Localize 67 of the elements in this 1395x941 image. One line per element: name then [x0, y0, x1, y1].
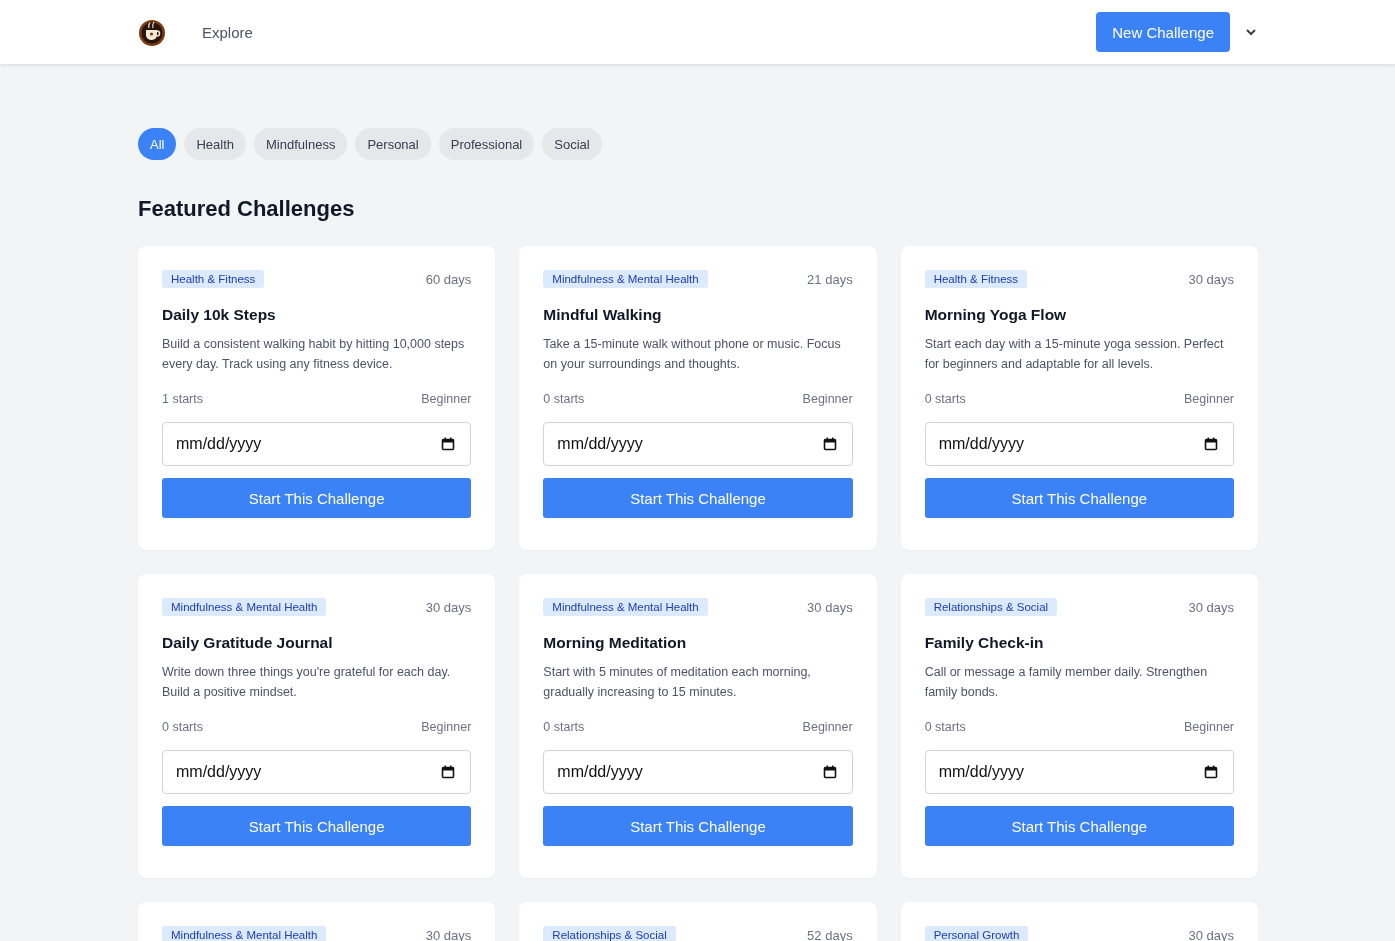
coffee-cup-logo[interactable]: [138, 17, 166, 47]
category-tag: Health & Fitness: [924, 270, 1028, 288]
category-tag: Mindfulness & Mental Health: [162, 598, 327, 616]
date-field[interactable]: mm/dd/yyyy: [924, 750, 1234, 794]
duration-text: 30 days: [1188, 271, 1234, 287]
duration-text: 21 days: [807, 271, 853, 287]
filter-chip[interactable]: Mindfulness: [254, 128, 348, 160]
date-field[interactable]: mm/dd/yyyy: [543, 750, 853, 794]
difficulty-level: Beginner: [802, 720, 853, 734]
filter-chip[interactable]: Health: [184, 128, 247, 160]
challenge-description: Start each day with a 15-minute yoga session. Perfect for beginners and adaptable for all levels.: [924, 336, 1225, 373]
challenge-title: Family Check-in: [924, 634, 1045, 652]
start-challenge-button[interactable]: Start This Challenge: [543, 478, 853, 518]
date-field[interactable]: mm/dd/yyyy: [162, 422, 472, 466]
filter-chip[interactable]: Professional: [438, 128, 535, 160]
category-tag: Relationships & Social: [543, 926, 676, 941]
duration-text: 30 days: [807, 599, 853, 615]
start-challenge-button[interactable]: Start This Challenge: [924, 806, 1234, 846]
challenge-description: Take a 15-minute walk without phone or music. Focus on your surroundings and thoughts.: [543, 336, 842, 373]
challenge-title: Morning Meditation: [543, 634, 688, 652]
section-heading: Featured Challenges: [138, 196, 356, 222]
challenge-title: Morning Yoga Flow: [924, 306, 1068, 324]
difficulty-level: Beginner: [421, 392, 472, 406]
filter-chip[interactable]: All: [138, 128, 177, 160]
calendar-icon[interactable]: [1204, 765, 1218, 779]
challenge-description: Build a consistent walking habit by hitting 10,000 steps every day. Track using any fitness device.: [162, 336, 466, 373]
difficulty-level: Beginner: [1183, 392, 1234, 406]
difficulty-level: Beginner: [1183, 720, 1234, 734]
challenge-title: Mindful Walking: [543, 306, 663, 324]
start-challenge-button[interactable]: Start This Challenge: [162, 806, 472, 846]
date-field[interactable]: mm/dd/yyyy: [924, 422, 1234, 466]
start-challenge-button[interactable]: Start This Challenge: [543, 806, 853, 846]
difficulty-level: Beginner: [802, 392, 853, 406]
challenge-description: Call or message a family member daily. Strengthen family bonds.: [924, 664, 1209, 701]
duration-text: 30 days: [425, 599, 472, 615]
new-challenge-button[interactable]: New Challenge: [1096, 12, 1230, 52]
category-tag: Personal Growth: [924, 926, 1029, 941]
starts-count: 0 starts: [543, 392, 585, 406]
start-challenge-button[interactable]: Start This Challenge: [924, 478, 1234, 518]
challenge-description: Start with 5 minutes of meditation each morning, gradually increasing to 15 minutes.: [543, 664, 812, 701]
difficulty-level: Beginner: [421, 720, 472, 734]
starts-count: 0 starts: [924, 720, 966, 734]
starts-count: 0 starts: [162, 720, 203, 734]
calendar-icon[interactable]: [822, 437, 837, 451]
category-tag: Health & Fitness: [162, 270, 265, 288]
duration-text: 30 days: [1188, 599, 1234, 615]
filter-chip[interactable]: Personal: [355, 128, 431, 160]
category-tag: Mindfulness & Mental Health: [543, 270, 708, 288]
nav-link[interactable]: Explore: [202, 23, 253, 41]
duration-text: 60 days: [425, 271, 472, 287]
calendar-icon[interactable]: [441, 437, 456, 451]
challenge-title: Daily 10k Steps: [162, 306, 277, 324]
calendar-icon[interactable]: [1204, 437, 1218, 451]
date-field[interactable]: mm/dd/yyyy: [162, 750, 472, 794]
category-tag: Mindfulness & Mental Health: [543, 598, 708, 616]
start-challenge-button[interactable]: Start This Challenge: [162, 478, 472, 518]
category-tag: Mindfulness & Mental Health: [162, 926, 327, 941]
starts-count: 0 starts: [543, 720, 585, 734]
category-tag: Relationships & Social: [924, 598, 1058, 616]
date-field[interactable]: mm/dd/yyyy: [543, 422, 853, 466]
calendar-icon[interactable]: [441, 765, 456, 779]
calendar-icon[interactable]: [822, 765, 837, 779]
starts-count: 0 starts: [924, 392, 966, 406]
challenge-description: Write down three things you're grateful for each day. Build a positive mindset.: [162, 664, 452, 701]
challenge-title: Daily Gratitude Journal: [162, 634, 334, 652]
filter-chip[interactable]: Social: [542, 128, 602, 160]
starts-count: 1 starts: [162, 392, 203, 406]
